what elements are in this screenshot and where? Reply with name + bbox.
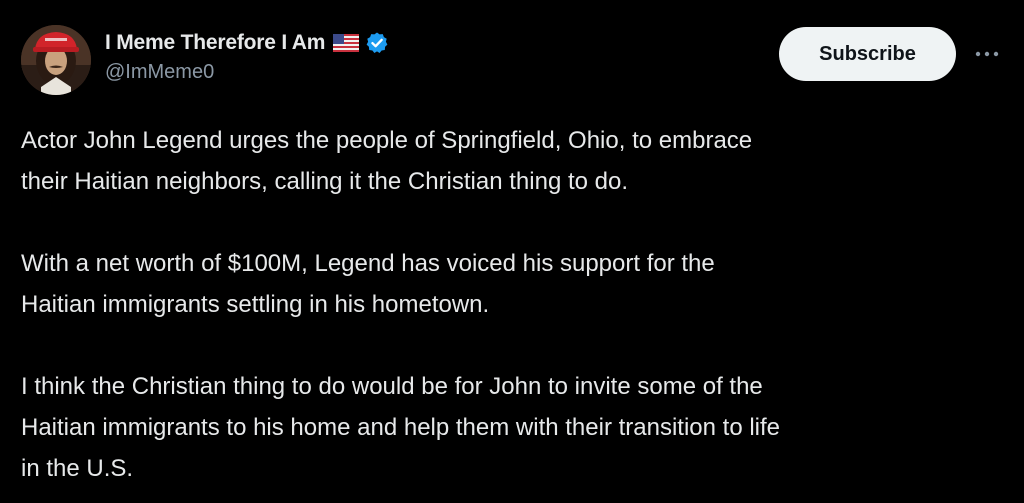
post-text: Actor John Legend urges the people of Sp… (21, 120, 1011, 489)
post-card: I Meme Therefore I Am @ImMeme0 Subscribe… (0, 0, 1024, 503)
subscribe-button[interactable]: Subscribe (779, 27, 956, 81)
post-paragraph-2: With a net worth of $100M, Legend has vo… (21, 250, 715, 318)
verified-badge-icon[interactable] (365, 31, 389, 55)
author-handle[interactable]: @ImMeme0 (105, 61, 389, 84)
more-horizontal-icon (975, 51, 999, 57)
name-row: I Meme Therefore I Am (105, 30, 389, 56)
author-avatar[interactable] (21, 25, 91, 95)
more-options-button[interactable] (970, 40, 1004, 68)
us-flag-icon (333, 34, 360, 52)
author-display-name[interactable]: I Meme Therefore I Am (105, 31, 325, 55)
avatar-image (21, 25, 91, 95)
post-paragraph-1: Actor John Legend urges the people of Sp… (21, 127, 753, 195)
post-paragraph-3: I think the Christian thing to do would … (21, 373, 781, 482)
author-identity: I Meme Therefore I Am @ImMeme0 (105, 30, 389, 84)
